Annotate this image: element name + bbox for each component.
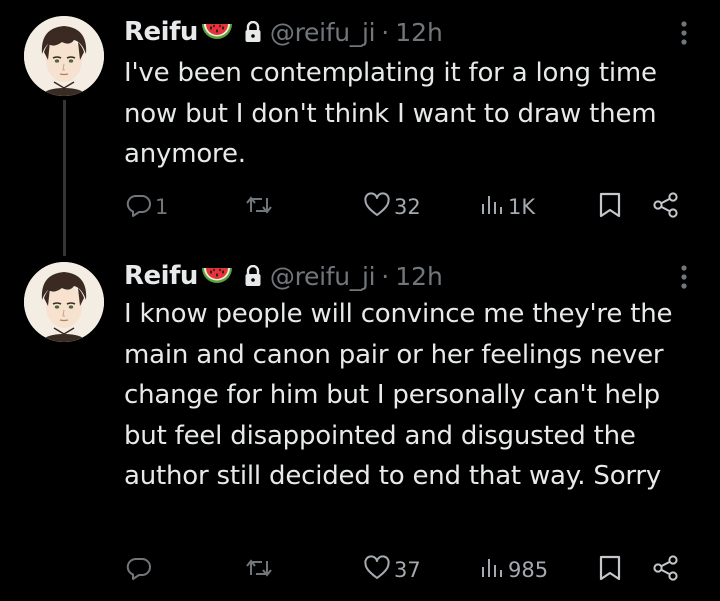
lock-icon bbox=[244, 265, 262, 287]
views-button[interactable]: 985 bbox=[479, 553, 548, 587]
tweet-header: Reifu @reifu_ji · 12h bbox=[124, 16, 443, 48]
bookmark-icon bbox=[598, 191, 622, 224]
separator-dot: · bbox=[381, 261, 390, 291]
view-count: 1K bbox=[508, 195, 536, 219]
handle[interactable]: @reifu_ji bbox=[270, 18, 376, 47]
tweet-actions: 37 985 bbox=[0, 553, 720, 587]
views-icon bbox=[479, 555, 505, 586]
views-button[interactable]: 1K bbox=[479, 190, 535, 224]
share-button[interactable] bbox=[652, 190, 680, 224]
avatar[interactable] bbox=[24, 16, 104, 96]
display-name[interactable]: Reifu bbox=[124, 261, 198, 291]
like-button[interactable]: 32 bbox=[363, 190, 421, 224]
bookmark-button[interactable] bbox=[598, 190, 622, 224]
more-icon[interactable] bbox=[678, 18, 690, 48]
avatar[interactable] bbox=[24, 262, 104, 342]
tweet-text: I know people will convince me they're t… bbox=[124, 299, 673, 491]
handle[interactable]: @reifu_ji bbox=[270, 262, 376, 291]
views-icon bbox=[479, 192, 505, 223]
heart-icon bbox=[363, 554, 391, 586]
reply-count: 1 bbox=[155, 195, 169, 219]
separator-dot: · bbox=[381, 17, 390, 47]
timestamp[interactable]: 12h bbox=[395, 262, 443, 291]
heart-icon bbox=[363, 191, 391, 223]
retweet-icon bbox=[244, 555, 274, 586]
share-button[interactable] bbox=[652, 553, 680, 587]
share-icon bbox=[652, 191, 680, 224]
watermelon-icon bbox=[200, 18, 234, 46]
retweet-icon bbox=[244, 192, 274, 223]
timestamp[interactable]: 12h bbox=[395, 18, 443, 47]
bookmark-button[interactable] bbox=[598, 553, 622, 587]
like-count: 37 bbox=[394, 558, 421, 582]
more-icon[interactable] bbox=[678, 262, 690, 292]
reply-button[interactable]: 1 bbox=[126, 190, 168, 224]
retweet-button[interactable] bbox=[244, 190, 277, 224]
tweet-text: I've been contemplating it for a long ti… bbox=[124, 58, 657, 169]
watermelon-icon bbox=[200, 262, 234, 290]
share-icon bbox=[652, 554, 680, 587]
display-name[interactable]: Reifu bbox=[124, 17, 198, 47]
retweet-button[interactable] bbox=[244, 553, 277, 587]
view-count: 985 bbox=[508, 558, 549, 582]
reply-button[interactable] bbox=[126, 553, 155, 587]
like-count: 32 bbox=[394, 195, 421, 219]
tweet-header: Reifu @reifu_ji · 12h bbox=[124, 260, 443, 292]
like-button[interactable]: 37 bbox=[363, 553, 421, 587]
bookmark-icon bbox=[598, 554, 622, 587]
thread-connector-line bbox=[63, 100, 66, 256]
reply-icon bbox=[126, 555, 152, 586]
reply-icon bbox=[126, 192, 152, 223]
lock-icon bbox=[244, 21, 262, 43]
tweet-actions: 1 32 1K bbox=[0, 190, 720, 224]
